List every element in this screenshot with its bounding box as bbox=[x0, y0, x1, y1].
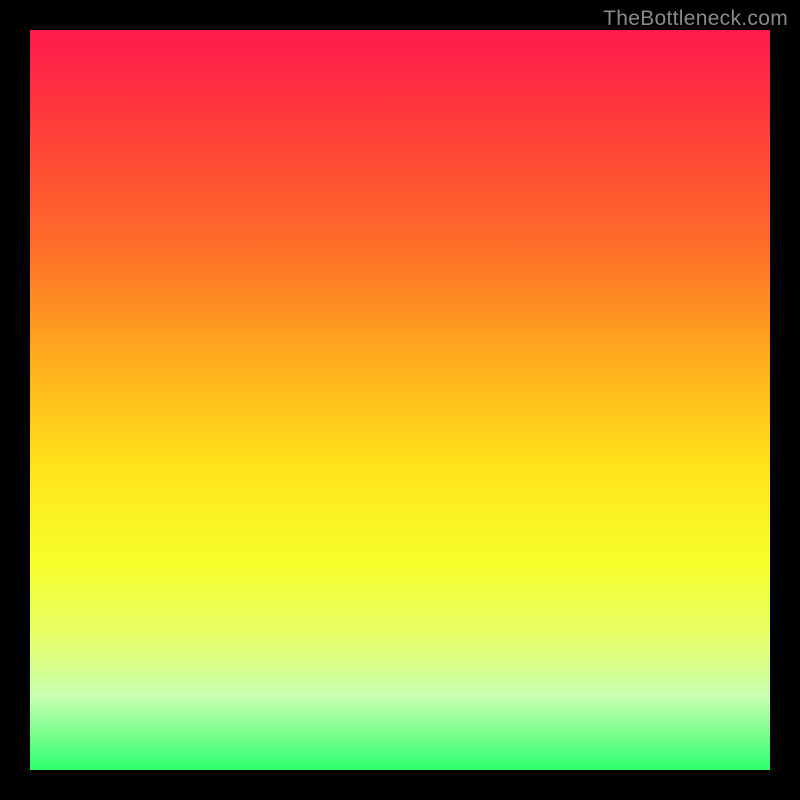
chart-frame: TheBottleneck.com bbox=[0, 0, 800, 800]
gradient-background bbox=[30, 30, 770, 770]
attribution-text: TheBottleneck.com bbox=[603, 7, 788, 31]
plot-area bbox=[30, 30, 770, 770]
